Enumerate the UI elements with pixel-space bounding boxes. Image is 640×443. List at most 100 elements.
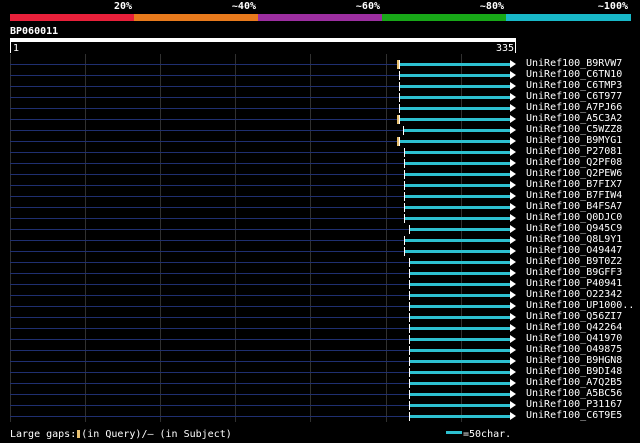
arrow-right-icon — [510, 225, 516, 233]
gaps-subject-text: (in Subject) — [153, 429, 232, 440]
arrow-right-icon — [510, 71, 516, 79]
arrow-right-icon — [510, 214, 516, 222]
hit-bar[interactable] — [405, 239, 510, 242]
hit-row[interactable]: UniRef100_C6T9E5 — [0, 410, 640, 422]
hit-baseline — [10, 163, 405, 164]
hit-bar[interactable] — [410, 228, 510, 231]
hit-bar[interactable] — [410, 371, 510, 374]
hit-bar[interactable] — [405, 250, 510, 253]
hit-baseline — [10, 317, 410, 318]
hit-baseline — [10, 295, 410, 296]
hit-baseline — [10, 97, 399, 98]
arrow-right-icon — [510, 368, 516, 376]
hit-bar[interactable] — [399, 63, 510, 66]
hit-baseline — [10, 262, 410, 263]
hit-bar[interactable] — [410, 305, 510, 308]
hit-baseline — [10, 108, 399, 109]
identity-label: ~40% — [231, 1, 256, 12]
hit-bar[interactable] — [405, 162, 510, 165]
hit-baseline — [10, 119, 399, 120]
arrow-right-icon — [510, 104, 516, 112]
hit-baseline — [10, 284, 410, 285]
hit-bar[interactable] — [410, 338, 510, 341]
arrow-right-icon — [510, 126, 516, 134]
identity-segment — [382, 14, 507, 21]
hit-baseline — [10, 240, 405, 241]
arrow-right-icon — [510, 93, 516, 101]
arrow-right-icon — [510, 115, 516, 123]
query-ruler: 1 335 — [10, 42, 516, 54]
hit-bar[interactable] — [410, 283, 510, 286]
hit-bar[interactable] — [399, 118, 510, 121]
ruler-end-label: 335 — [496, 43, 515, 54]
hit-bar[interactable] — [410, 272, 510, 275]
hit-baseline — [10, 174, 405, 175]
hit-baseline — [10, 328, 410, 329]
hit-baseline — [10, 152, 405, 153]
arrow-right-icon — [510, 159, 516, 167]
hit-bar[interactable] — [405, 206, 510, 209]
arrow-right-icon — [510, 390, 516, 398]
hit-bar[interactable] — [399, 140, 510, 143]
hit-baseline — [10, 405, 410, 406]
hit-bar[interactable] — [410, 294, 510, 297]
hit-bar[interactable] — [405, 173, 510, 176]
scale-text: =50char. — [463, 429, 512, 440]
arrow-right-icon — [510, 192, 516, 200]
hit-bar[interactable] — [404, 129, 510, 132]
ruler-start-label: 1 — [13, 43, 20, 54]
identity-label: ~80% — [479, 1, 504, 12]
footer-gap-legend: Large gaps: (in Query)/– (in Subject) — [10, 429, 232, 441]
query-name: BP060011 — [10, 26, 59, 37]
arrow-right-icon — [510, 60, 516, 68]
scale-line-icon — [446, 431, 462, 434]
hit-bar[interactable] — [399, 107, 510, 110]
arrow-right-icon — [510, 324, 516, 332]
arrow-right-icon — [510, 236, 516, 244]
hit-baseline — [10, 207, 405, 208]
hit-baseline — [10, 251, 405, 252]
arrow-right-icon — [510, 401, 516, 409]
hit-bar[interactable] — [405, 184, 510, 187]
scale-legend: =50char. — [446, 429, 511, 441]
arrow-right-icon — [510, 313, 516, 321]
identity-label: ~100% — [597, 1, 628, 12]
arrow-right-icon — [510, 379, 516, 387]
hit-bar[interactable] — [405, 195, 510, 198]
hit-bar[interactable] — [410, 316, 510, 319]
hit-baseline — [10, 361, 410, 362]
hit-bar[interactable] — [399, 96, 510, 99]
hit-bar[interactable] — [410, 415, 510, 418]
hit-bar[interactable] — [410, 261, 510, 264]
hit-baseline — [10, 273, 410, 274]
arrow-right-icon — [510, 82, 516, 90]
arrow-right-icon — [510, 269, 516, 277]
hit-bar[interactable] — [399, 85, 510, 88]
hit-bar[interactable] — [410, 393, 510, 396]
hit-bar[interactable] — [405, 151, 510, 154]
hit-baseline — [10, 416, 410, 417]
hit-baseline — [10, 229, 410, 230]
arrow-right-icon — [510, 137, 516, 145]
arrow-right-icon — [510, 302, 516, 310]
hit-bar[interactable] — [410, 349, 510, 352]
hit-bar[interactable] — [399, 74, 510, 77]
hit-name-link[interactable]: UniRef100_C6T9E5 — [526, 410, 622, 422]
hit-bar[interactable] — [405, 217, 510, 220]
hit-bar[interactable] — [410, 327, 510, 330]
identity-label: 20% — [113, 1, 132, 12]
identity-segment — [10, 14, 135, 21]
arrow-right-icon — [510, 148, 516, 156]
identity-label: ~60% — [355, 1, 380, 12]
hit-baseline — [10, 75, 399, 76]
hit-baseline — [10, 339, 410, 340]
hit-bar[interactable] — [410, 382, 510, 385]
identity-segment — [258, 14, 383, 21]
hit-bar[interactable] — [410, 404, 510, 407]
arrow-right-icon — [510, 346, 516, 354]
hit-bar[interactable] — [410, 360, 510, 363]
query-gap-glyph-icon — [77, 430, 81, 438]
identity-color-bar: 20% ~40% ~60% ~80% ~100% — [10, 0, 631, 22]
arrow-right-icon — [510, 335, 516, 343]
hit-baseline — [10, 185, 405, 186]
